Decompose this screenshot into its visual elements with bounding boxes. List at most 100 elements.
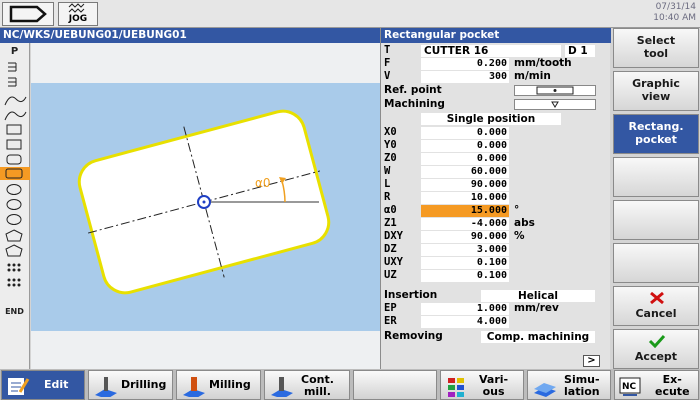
param-row-UZ: UZ 0.100 bbox=[381, 269, 611, 282]
param-row-V: V 300 m/min bbox=[381, 70, 611, 83]
param-row-X0: X0 0.000 bbox=[381, 126, 611, 139]
more-button[interactable]: > bbox=[583, 355, 600, 367]
removing-label: Removing bbox=[384, 330, 443, 342]
tool-d-field[interactable]: D 1 bbox=[565, 45, 595, 57]
contour-icon[interactable] bbox=[2, 108, 27, 121]
param-row-alpha0: α0 15.000 ° bbox=[381, 204, 611, 217]
empty-softkey-5[interactable] bbox=[613, 200, 699, 240]
param-unit: ° bbox=[514, 204, 520, 216]
softkey-label bbox=[614, 158, 698, 163]
param-name: R bbox=[384, 191, 391, 203]
param-value-field[interactable]: 90.000 bbox=[421, 231, 509, 243]
cancel-button[interactable]: Cancel bbox=[613, 286, 699, 326]
pocket-graphic: α0 bbox=[31, 43, 380, 369]
softkey-label: Drilling bbox=[121, 378, 167, 391]
rect-pocket-icon[interactable] bbox=[2, 167, 27, 180]
softkey-label: Edit bbox=[44, 378, 69, 391]
accept-check-icon bbox=[648, 334, 666, 348]
param-row-F: F 0.200 mm/tooth bbox=[381, 57, 611, 70]
contour-icon[interactable] bbox=[2, 93, 27, 106]
program-end-icon[interactable]: END bbox=[2, 305, 27, 318]
tool-label: T bbox=[384, 44, 391, 56]
param-name: F bbox=[384, 57, 391, 69]
jog-mode-indicator[interactable]: JOG bbox=[58, 2, 98, 26]
param-value-field[interactable]: 4.000 bbox=[421, 316, 509, 328]
empty-softkey-4[interactable] bbox=[613, 157, 699, 197]
softkey-label bbox=[614, 244, 698, 249]
polygon-icon[interactable] bbox=[2, 244, 27, 257]
circ-pocket-icon[interactable] bbox=[2, 213, 27, 226]
various-button[interactable]: Vari- ous bbox=[440, 370, 524, 400]
accept-button[interactable]: Accept bbox=[613, 329, 699, 369]
circ-pocket-icon[interactable] bbox=[2, 198, 27, 211]
param-value-field[interactable]: 0.100 bbox=[421, 257, 509, 269]
softkey-label bbox=[614, 201, 698, 206]
param-unit: mm/tooth bbox=[514, 57, 572, 69]
param-name: ER bbox=[384, 315, 397, 327]
various-icon bbox=[448, 378, 464, 397]
slot-icon[interactable] bbox=[2, 153, 27, 166]
param-value-field[interactable]: 1.000 bbox=[421, 303, 509, 315]
param-value-field[interactable]: 0.000 bbox=[421, 140, 509, 152]
param-value-field[interactable]: 3.000 bbox=[421, 244, 509, 256]
select-tool-button[interactable]: Select tool bbox=[613, 28, 699, 68]
param-value-field[interactable]: 0.200 bbox=[421, 58, 509, 70]
contour-milling-button[interactable]: Cont. mill. bbox=[264, 370, 350, 400]
param-value-field[interactable]: -4.000 bbox=[421, 218, 509, 230]
softkey-label: Rectang. pocket bbox=[628, 120, 684, 146]
rectang-pocket-button[interactable]: Rectang. pocket bbox=[613, 114, 699, 154]
panel-title: Rectangular pocket bbox=[381, 28, 611, 43]
empty-softkey-6[interactable] bbox=[613, 243, 699, 283]
param-value-field-active[interactable]: 15.000 bbox=[421, 205, 509, 217]
nc-execute-icon: NC bbox=[619, 377, 641, 396]
parameter-panel: Rectangular pocket T CUTTER 16 D 1 F 0.2… bbox=[380, 28, 611, 369]
param-unit: % bbox=[514, 230, 525, 242]
ref-point-selector[interactable] bbox=[514, 85, 596, 96]
param-value-field[interactable]: 0.000 bbox=[421, 153, 509, 165]
program-header-icon[interactable]: P bbox=[2, 45, 27, 58]
drilling-button[interactable]: Drilling bbox=[88, 370, 173, 400]
param-value-field[interactable]: 0.100 bbox=[421, 270, 509, 282]
edit-button[interactable]: Edit bbox=[1, 370, 85, 400]
ref-point-icon bbox=[536, 86, 574, 95]
softkey-label: Milling bbox=[209, 378, 251, 391]
hole-pattern-icon[interactable] bbox=[2, 276, 27, 289]
param-name: EP bbox=[384, 302, 397, 314]
position-mode-field[interactable]: Single position bbox=[421, 113, 561, 125]
milling-button[interactable]: Milling bbox=[176, 370, 261, 400]
param-name: DZ bbox=[384, 243, 397, 255]
drilling-icon bbox=[95, 377, 117, 397]
param-name: Z0 bbox=[384, 152, 397, 164]
graphic-view-button[interactable]: Graphic view bbox=[613, 71, 699, 111]
param-row-Z0: Z0 0.000 bbox=[381, 152, 611, 165]
machining-label: Machining bbox=[384, 98, 445, 110]
tool-name-field[interactable]: CUTTER 16 bbox=[421, 45, 561, 57]
polygon-icon[interactable] bbox=[2, 229, 27, 242]
param-value-field[interactable]: 300 bbox=[421, 71, 509, 83]
param-unit: m/min bbox=[514, 70, 551, 82]
machining-selector[interactable] bbox=[514, 99, 596, 110]
simulation-button[interactable]: Simu- lation bbox=[527, 370, 611, 400]
circ-pocket-icon[interactable] bbox=[2, 183, 27, 196]
empty-hsoftkey[interactable] bbox=[353, 370, 437, 400]
param-value-field[interactable]: 60.000 bbox=[421, 166, 509, 178]
hole-pattern-icon[interactable] bbox=[2, 261, 27, 274]
slot-icon[interactable] bbox=[2, 123, 27, 136]
removing-field[interactable]: Comp. machining bbox=[481, 331, 595, 343]
drill-list-icon[interactable] bbox=[2, 61, 27, 74]
param-value-field[interactable]: 10.000 bbox=[421, 192, 509, 204]
param-name: L bbox=[384, 178, 391, 190]
ref-point-row: Ref. point bbox=[381, 84, 611, 97]
param-name: UZ bbox=[384, 269, 397, 281]
param-value-field[interactable]: 90.000 bbox=[421, 179, 509, 191]
position-mode-row: Single position bbox=[381, 112, 611, 125]
insertion-field[interactable]: Helical bbox=[481, 290, 595, 302]
slot-icon[interactable] bbox=[2, 138, 27, 151]
execute-button[interactable]: NC Ex- ecute bbox=[614, 370, 699, 400]
vertical-softkeys: Select tool Graphic view Rectang. pocket… bbox=[612, 28, 700, 369]
contour-milling-icon bbox=[271, 377, 293, 397]
ref-point-label: Ref. point bbox=[384, 84, 442, 96]
drill-list-icon[interactable] bbox=[2, 76, 27, 89]
mode-switch-button[interactable] bbox=[2, 2, 54, 26]
param-value-field[interactable]: 0.000 bbox=[421, 127, 509, 139]
